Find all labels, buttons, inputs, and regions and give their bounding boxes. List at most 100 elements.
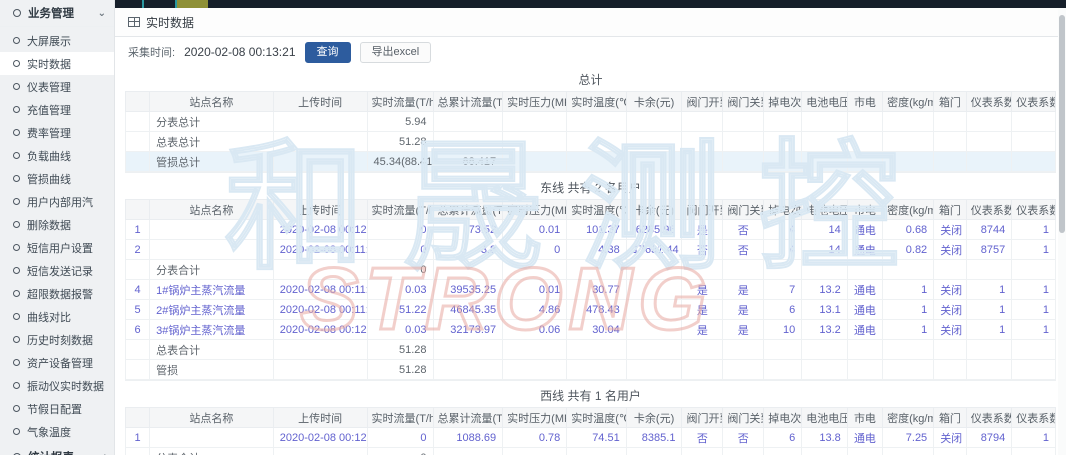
table-cell [1012, 340, 1056, 360]
column-header: 站点名称 [150, 92, 274, 112]
sidebar-item[interactable]: 资产设备管理 [0, 351, 114, 374]
sidebar-item[interactable]: 气象温度 [0, 420, 114, 443]
app-window: 业务管理⌄ 大屏展示实时数据仪表管理充值管理费率管理负载曲线管损曲线用户内部用汽删… [0, 0, 1066, 455]
table-cell: 0 [367, 448, 433, 455]
sidebar-item-label: 大屏展示 [27, 33, 71, 49]
table-cell: 1088.69 [433, 428, 503, 448]
browser-topbar [115, 0, 1066, 8]
table-cell: 是 [682, 300, 723, 320]
table-cell: 关闭 [934, 280, 967, 300]
table-cell [503, 112, 567, 132]
table-cell [433, 132, 503, 152]
table-cell: 4 [764, 240, 802, 260]
circle-icon [13, 152, 20, 159]
circle-icon [13, 405, 20, 412]
table-cell [883, 152, 934, 172]
table-cell: 是 [723, 280, 764, 300]
column-header: 总累计流量(T) [433, 92, 503, 112]
row-number: 1 [126, 220, 150, 240]
sidebar-section-header[interactable]: 业务管理⌄ [0, 0, 114, 27]
station-name-link[interactable]: 2#锅炉主蒸汽流量 [150, 300, 274, 320]
sidebar-item[interactable]: 曲线对比 [0, 305, 114, 328]
sidebar-item[interactable]: 管损曲线 [0, 167, 114, 190]
table-cell: 0.06 [503, 320, 567, 340]
subtotal-row: 管损总计45.34(88.417%)88.417 [126, 152, 1056, 172]
sidebar: 业务管理⌄ 大屏展示实时数据仪表管理充值管理费率管理负载曲线管损曲线用户内部用汽删… [0, 0, 115, 455]
table-cell: 关闭 [934, 300, 967, 320]
table-cell: 2020-02-08 00:12:00 [273, 428, 367, 448]
table-cell: 4 [764, 220, 802, 240]
table-cell: 101.37 [567, 220, 626, 240]
row-number [126, 132, 150, 152]
row-number [126, 112, 150, 132]
column-header: 掉电次数 [764, 200, 802, 220]
query-button[interactable]: 查询 [305, 42, 351, 63]
station-name-link[interactable]: 3#锅炉主蒸汽流量 [150, 320, 274, 340]
sidebar-section-header[interactable]: 统计报表 ‹ [0, 443, 114, 455]
table-cell [723, 448, 764, 455]
table-cell [682, 448, 723, 455]
scrollbar-thumb[interactable] [1059, 15, 1065, 233]
table-cell [802, 152, 848, 172]
table-cell [682, 340, 723, 360]
sidebar-item-label: 资产设备管理 [27, 355, 93, 371]
export-excel-button[interactable]: 导出excel [360, 42, 432, 63]
circle-icon [13, 313, 20, 320]
sidebar-item[interactable]: 节假日配置 [0, 397, 114, 420]
sidebar-item[interactable]: 短信用户设置 [0, 236, 114, 259]
sidebar-item[interactable]: 负载曲线 [0, 144, 114, 167]
table-cell [802, 132, 848, 152]
row-number: 4 [126, 280, 150, 300]
table-cell: 总表合计 [150, 340, 274, 360]
table-cell: 关闭 [934, 240, 967, 260]
table-cell [626, 112, 682, 132]
sidebar-item[interactable]: 短信发送记录 [0, 259, 114, 282]
table-cell [883, 260, 934, 280]
subtotal-row: 管损51.28 [126, 360, 1056, 380]
sidebar-item[interactable]: 振动仪实时数据 [0, 374, 114, 397]
table-cell [567, 448, 626, 455]
sidebar-item[interactable]: 超限数据报警 [0, 282, 114, 305]
table-cell: 73.52 [433, 220, 503, 240]
table-cell [626, 448, 682, 455]
table-cell: 17631.44 [626, 240, 682, 260]
table-cell: 0.01 [503, 280, 567, 300]
sidebar-item[interactable]: 用户内部用汽 [0, 190, 114, 213]
table-cell: 8794 [966, 428, 1012, 448]
column-header: 卡余(元) [626, 408, 682, 428]
table-cell [723, 260, 764, 280]
station-name-link[interactable]: 1#锅炉主蒸汽流量 [150, 280, 274, 300]
chevron-left-icon: ‹ [103, 451, 106, 455]
row-number [126, 448, 150, 455]
table-cell [966, 260, 1012, 280]
table-section: 东线 共有 2 名用户站点名称上传时间实时流量(T/h)总累计流量(T)实时压力… [125, 175, 1056, 381]
sidebar-item[interactable]: 仪表管理 [0, 75, 114, 98]
sidebar-item[interactable]: 历史时刻数据 [0, 328, 114, 351]
table-cell [883, 112, 934, 132]
column-header: 仪表系数K2 [1012, 200, 1056, 220]
column-header: 总累计流量(T) [433, 408, 503, 428]
sidebar-item[interactable]: 费率管理 [0, 121, 114, 144]
table-cell [723, 152, 764, 172]
column-header: 阀门开到位 [682, 92, 723, 112]
sidebar-item-label: 超限数据报警 [27, 286, 93, 302]
table-cell [1012, 132, 1056, 152]
sidebar-item[interactable]: 实时数据 [0, 52, 114, 75]
column-header: 仪表系数K2 [1012, 92, 1056, 112]
table-cell [723, 340, 764, 360]
sidebar-item-label: 气象温度 [27, 424, 71, 440]
table-cell: 39535.25 [433, 280, 503, 300]
collect-time-field[interactable]: 2020-02-08 00:13:21 [184, 45, 295, 59]
table-cell [682, 360, 723, 380]
table-cell [433, 448, 503, 455]
sidebar-item[interactable]: 大屏展示 [0, 29, 114, 52]
table-cell: 478.43 [567, 300, 626, 320]
column-header: 市电 [847, 408, 882, 428]
table-cell [764, 152, 802, 172]
sidebar-item[interactable]: 删除数据 [0, 213, 114, 236]
sidebar-item[interactable]: 充值管理 [0, 98, 114, 121]
sidebar-item-label: 统计报表 [28, 449, 74, 455]
table-cell [883, 360, 934, 380]
sidebar-item-label: 节假日配置 [27, 401, 82, 417]
table-cell [847, 132, 882, 152]
